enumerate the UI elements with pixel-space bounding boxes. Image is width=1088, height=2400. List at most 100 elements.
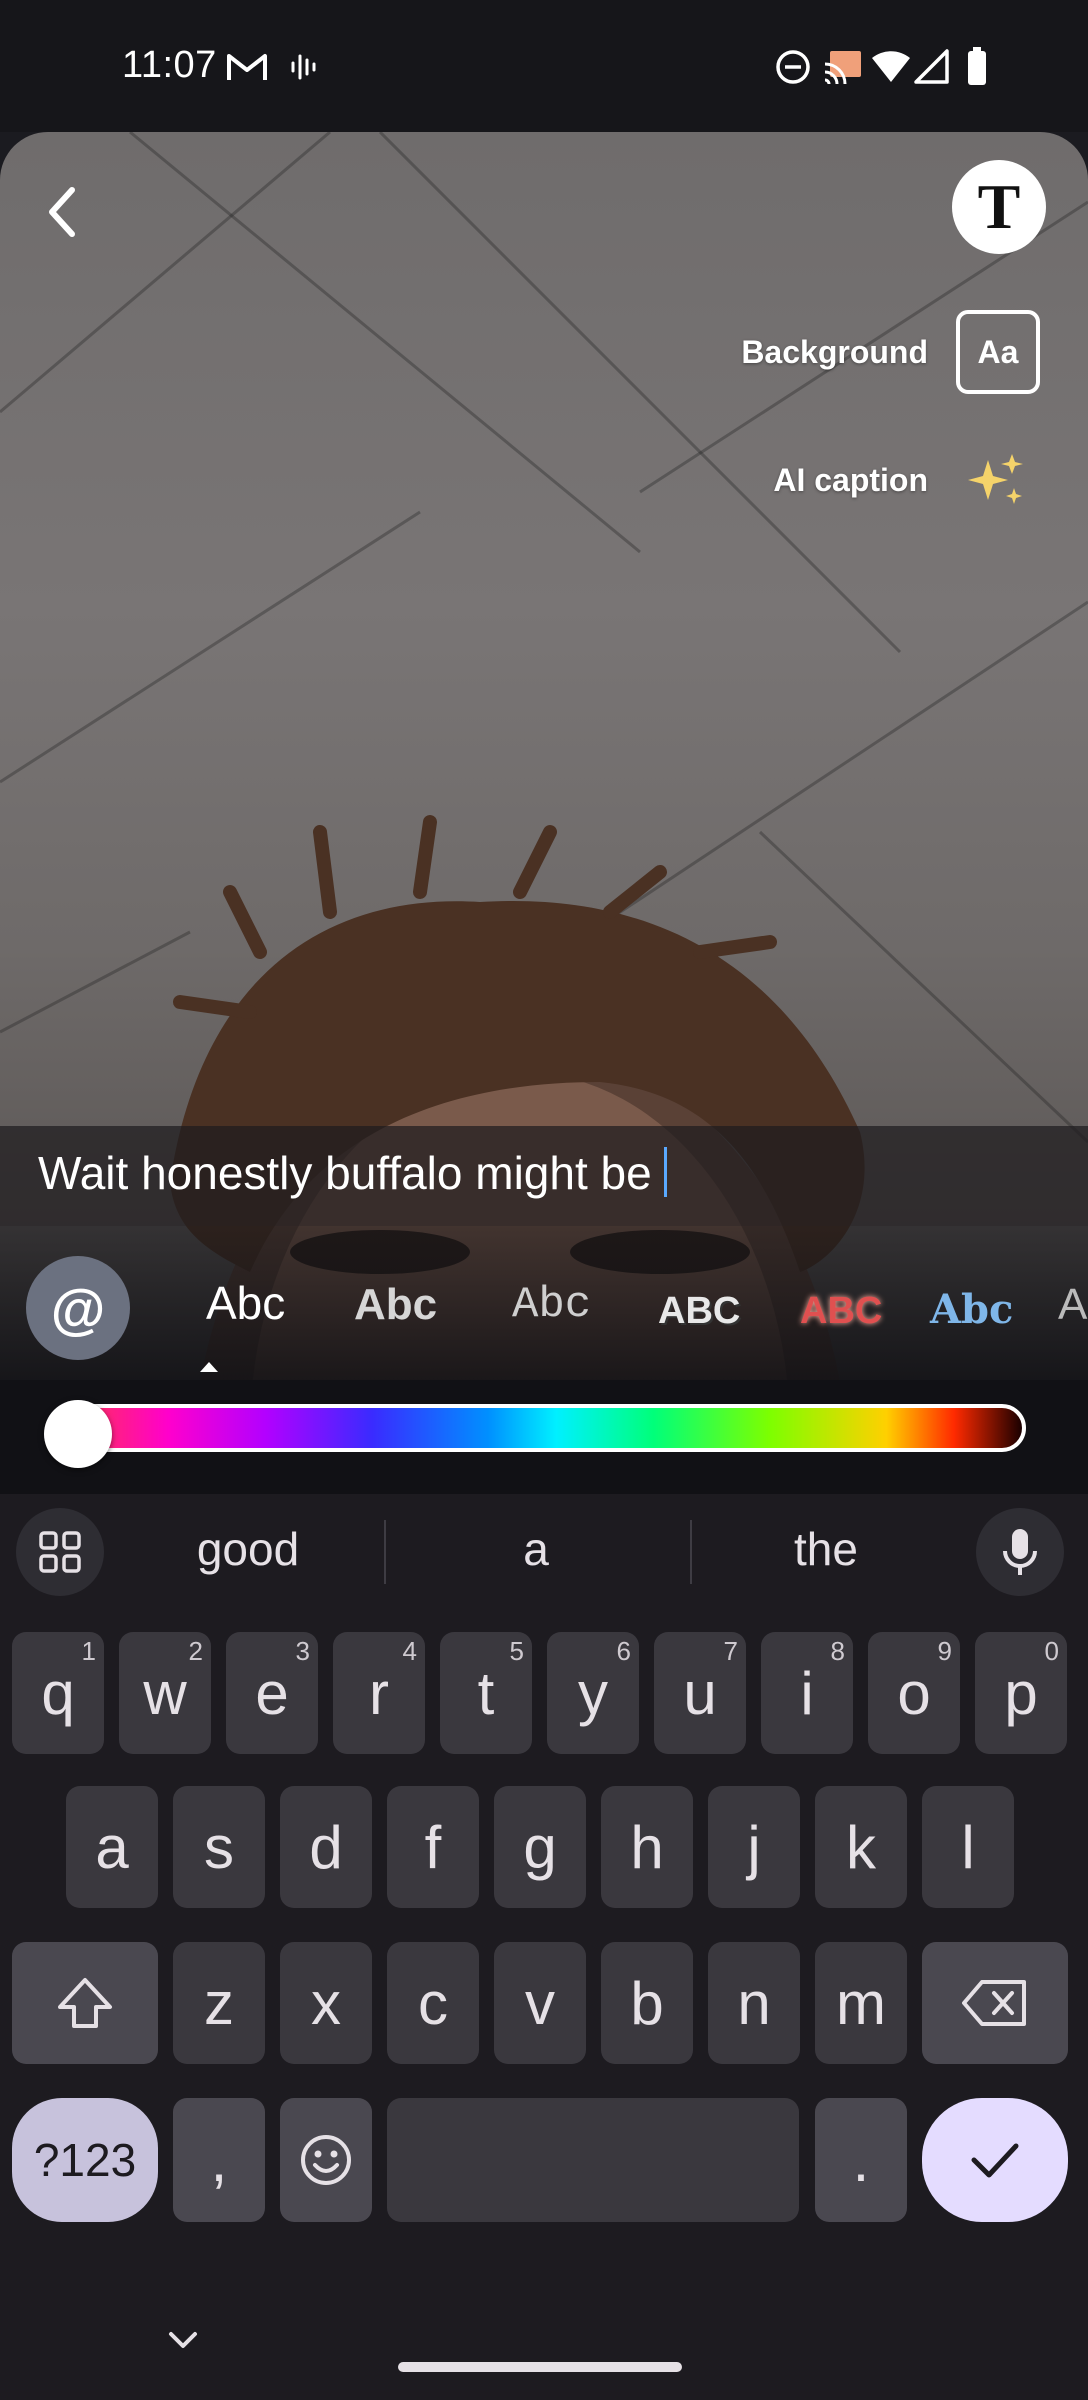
key-u[interactable]: u7	[654, 1632, 746, 1754]
key-m[interactable]: m	[815, 1942, 907, 2064]
key-w[interactable]: w2	[119, 1632, 211, 1754]
emoji-key[interactable]	[280, 2098, 372, 2222]
key-label: k	[846, 1813, 876, 1881]
font-option-more[interactable]: A	[1058, 1280, 1087, 1330]
key-label: w	[143, 1659, 187, 1727]
shift-key[interactable]	[12, 1942, 158, 2064]
symbols-key[interactable]: ?123	[12, 2098, 158, 2222]
checkmark-icon	[971, 2143, 1019, 2178]
key-hint: 7	[723, 1636, 738, 1666]
key-label: u	[683, 1659, 717, 1727]
background-label[interactable]: Background	[741, 334, 928, 371]
key-label: e	[255, 1659, 289, 1727]
key-label: h	[630, 1813, 664, 1881]
ai-caption-label[interactable]: AI caption	[773, 462, 928, 499]
key-b[interactable]: b	[601, 1942, 693, 2064]
key-l[interactable]: l	[922, 1786, 1014, 1908]
key-hint: 9	[937, 1636, 952, 1666]
sparkle-icon[interactable]	[966, 452, 1026, 508]
hide-keyboard-icon[interactable]	[166, 2328, 200, 2352]
key-label: ,	[210, 2126, 228, 2194]
wifi-icon	[872, 51, 910, 82]
suggestion-divider	[690, 1520, 692, 1584]
key-label: f	[424, 1813, 442, 1881]
key-z[interactable]: z	[173, 1942, 265, 2064]
text-tool-glyph: T	[977, 171, 1021, 242]
key-i[interactable]: i8	[761, 1632, 853, 1754]
key-a[interactable]: a	[66, 1786, 158, 1908]
home-indicator[interactable]	[398, 2362, 682, 2372]
key-d[interactable]: d	[280, 1786, 372, 1908]
keyboard-menu-button[interactable]	[16, 1508, 104, 1596]
key-c[interactable]: c	[387, 1942, 479, 2064]
voice-recorder-icon	[291, 54, 316, 80]
key-label: i	[800, 1659, 814, 1727]
battery-icon	[968, 47, 986, 85]
key-label: m	[836, 1969, 886, 2037]
key-q[interactable]: q1	[12, 1632, 104, 1754]
key-hint: 6	[616, 1636, 631, 1666]
key-hint: 4	[402, 1636, 417, 1666]
key-k[interactable]: k	[815, 1786, 907, 1908]
mention-button[interactable]: @	[26, 1256, 130, 1360]
key-g[interactable]: g	[494, 1786, 586, 1908]
done-key[interactable]	[922, 2098, 1068, 2222]
shift-icon	[58, 1978, 112, 2028]
key-e[interactable]: e3	[226, 1632, 318, 1754]
apps-grid-icon	[39, 1531, 81, 1573]
key-j[interactable]: j	[708, 1786, 800, 1908]
key-label: p	[1004, 1659, 1038, 1727]
key-x[interactable]: x	[280, 1942, 372, 2064]
mention-glyph: @	[50, 1276, 106, 1340]
key-label: s	[204, 1813, 234, 1881]
key-label: j	[747, 1813, 761, 1881]
key-label: .	[852, 2126, 870, 2194]
font-option-impact[interactable]: ABC	[658, 1290, 740, 1333]
key-label: v	[525, 1969, 555, 2037]
background-style-button[interactable]: Aa	[956, 310, 1040, 394]
font-option-typewriter[interactable]: Abc	[512, 1280, 591, 1330]
period-key[interactable]: .	[815, 2098, 907, 2222]
color-slider[interactable]	[48, 1404, 1026, 1452]
key-label: o	[897, 1659, 931, 1727]
font-option-gothic[interactable]: Abc	[930, 1286, 1013, 1333]
key-r[interactable]: r4	[333, 1632, 425, 1754]
text-tool-button[interactable]: T	[952, 160, 1046, 254]
key-s[interactable]: s	[173, 1786, 265, 1908]
font-option-classic[interactable]: Abc	[206, 1276, 285, 1330]
voice-input-button[interactable]	[976, 1508, 1064, 1596]
space-key[interactable]	[387, 2098, 799, 2222]
key-o[interactable]: o9	[868, 1632, 960, 1754]
suggestion-3[interactable]: the	[726, 1522, 926, 1576]
font-option-neon[interactable]: ABC	[800, 1290, 882, 1333]
key-label: g	[523, 1813, 557, 1881]
color-slider-thumb[interactable]	[44, 1400, 112, 1468]
backspace-icon	[962, 1980, 1026, 2026]
suggestion-divider	[384, 1520, 386, 1584]
cast-icon	[824, 51, 861, 84]
key-label: d	[309, 1813, 343, 1881]
key-label: x	[311, 1969, 341, 2037]
back-button[interactable]	[36, 176, 88, 248]
key-t[interactable]: t5	[440, 1632, 532, 1754]
key-p[interactable]: p0	[975, 1632, 1067, 1754]
key-v[interactable]: v	[494, 1942, 586, 2064]
key-h[interactable]: h	[601, 1786, 693, 1908]
font-option-bold[interactable]: Abc	[354, 1280, 437, 1330]
caption-text: Wait honestly buffalo might be	[38, 1147, 652, 1199]
key-hint: 8	[830, 1636, 845, 1666]
key-label: l	[961, 1813, 975, 1881]
key-n[interactable]: n	[708, 1942, 800, 2064]
key-y[interactable]: y6	[547, 1632, 639, 1754]
suggestion-2[interactable]: a	[436, 1522, 636, 1576]
key-label: n	[737, 1969, 771, 2037]
gmail-icon	[227, 54, 267, 80]
suggestion-1[interactable]: good	[150, 1522, 346, 1576]
key-label: a	[95, 1813, 129, 1881]
comma-key[interactable]: ,	[173, 2098, 265, 2222]
key-hint: 3	[295, 1636, 310, 1666]
selected-font-indicator	[200, 1362, 218, 1372]
key-f[interactable]: f	[387, 1786, 479, 1908]
backspace-key[interactable]	[922, 1942, 1068, 2064]
caption-input[interactable]: Wait honestly buffalo might be	[38, 1146, 667, 1200]
